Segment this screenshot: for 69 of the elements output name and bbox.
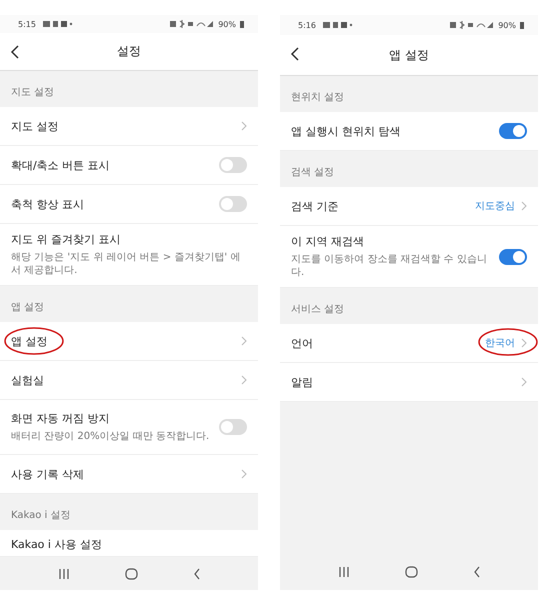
toggle-switch[interactable]: [219, 157, 247, 173]
battery-level: 90%: [498, 20, 516, 30]
home-icon[interactable]: [404, 566, 418, 578]
battery-level: 90%: [218, 20, 236, 29]
settings-row[interactable]: 실험실: [0, 361, 258, 400]
back-icon[interactable]: [472, 566, 480, 578]
screen-title: 앱 설정: [389, 46, 429, 64]
setting-label: 지도 위 즐겨찾기 표시: [11, 232, 120, 247]
setting-label: 확대/축소 버튼 표시: [11, 158, 110, 172]
chevron-icon: [521, 377, 527, 387]
setting-label: 실험실: [11, 372, 44, 388]
settings-row[interactable]: 축척 항상 표시: [0, 185, 258, 224]
setting-label: Kakao i 사용 설정: [11, 536, 102, 552]
settings-row[interactable]: 화면 자동 꺼짐 방지 배터리 잔량이 20%이상일 때만 동작합니다.: [0, 400, 258, 455]
battery-icon: [240, 20, 244, 28]
settings-row[interactable]: 지도 설정: [0, 107, 258, 146]
home-icon[interactable]: [124, 568, 138, 580]
chevron-icon: [241, 336, 247, 346]
setting-label: 앱 실행시 현위치 탐색: [291, 124, 400, 138]
chevron-icon: [521, 338, 527, 348]
system-status-icons: [170, 20, 214, 28]
setting-label: 화면 자동 꺼짐 방지: [11, 411, 110, 426]
recents-icon[interactable]: [58, 568, 70, 580]
chevron-icon: [241, 121, 247, 131]
recents-icon[interactable]: [338, 566, 350, 578]
chevron-icon: [241, 469, 247, 479]
toggle-switch[interactable]: [219, 419, 247, 435]
section-header: 서비스 설정: [290, 303, 346, 317]
status-time: 5:16: [298, 20, 316, 30]
settings-row[interactable]: 지도 위 즐겨찾기 표시 해당 기능은 '지도 위 레이어 버튼 > 즐겨찾기탭' 에서 제공합니다.: [0, 224, 258, 286]
setting-description: 배터리 잔량이 20%이상일 때만 동작합니다.: [11, 430, 210, 443]
chevron-icon: [521, 201, 527, 211]
status-time: 5:15: [18, 20, 36, 29]
back-icon[interactable]: [192, 568, 200, 580]
setting-label: 앱 설정: [11, 334, 48, 348]
setting-label: 축척 항상 표시: [11, 196, 84, 212]
settings-row[interactable]: 사용 기록 삭제: [0, 455, 258, 494]
setting-label: 사용 기록 삭제: [11, 466, 84, 482]
system-status-icons: [450, 21, 494, 29]
setting-label: 언어: [291, 336, 313, 350]
screen-title: 설정: [117, 43, 141, 60]
settings-row[interactable]: 검색 기준 지도중심: [280, 187, 538, 226]
setting-description: 지도를 이동하여 장소를 재검색할 수 있습니다.: [291, 253, 488, 279]
battery-icon: [520, 22, 524, 28]
settings-row[interactable]: 이 지역 재검색 지도를 이동하여 장소를 재검색할 수 있습니다.: [280, 226, 538, 288]
toggle-switch[interactable]: [499, 248, 527, 264]
setting-description: 해당 기능은 '지도 위 레이어 버튼 > 즐겨찾기탭' 에서 제공합니다.: [11, 251, 242, 277]
section-header: 현위치 설정: [290, 91, 346, 105]
notification-icons: [42, 20, 73, 28]
setting-label: 알림: [291, 374, 313, 390]
settings-row[interactable]: 알림: [280, 363, 538, 402]
chevron-icon: [241, 375, 247, 385]
setting-label: 검색 기준: [291, 198, 338, 214]
setting-value: 한국어: [485, 337, 515, 350]
section-header: 앱 설정: [10, 301, 46, 315]
section-header: 검색 설정: [290, 166, 336, 180]
toggle-switch[interactable]: [219, 196, 247, 212]
setting-value: 지도중심: [475, 200, 515, 213]
settings-row[interactable]: 확대/축소 버튼 표시: [0, 146, 258, 185]
notification-icons: [322, 21, 353, 29]
settings-row[interactable]: 언어 한국어: [280, 324, 538, 363]
section-header: 지도 설정: [10, 86, 56, 100]
section-header: Kakao i 설정: [10, 509, 72, 523]
settings-row[interactable]: 앱 실행시 현위치 탐색: [280, 112, 538, 151]
setting-label: 이 지역 재검색: [291, 234, 364, 249]
settings-row[interactable]: Kakao i 사용 설정: [0, 530, 258, 557]
setting-label: 지도 설정: [11, 118, 58, 134]
toggle-switch[interactable]: [499, 123, 527, 139]
settings-row[interactable]: 앱 설정: [0, 322, 258, 361]
